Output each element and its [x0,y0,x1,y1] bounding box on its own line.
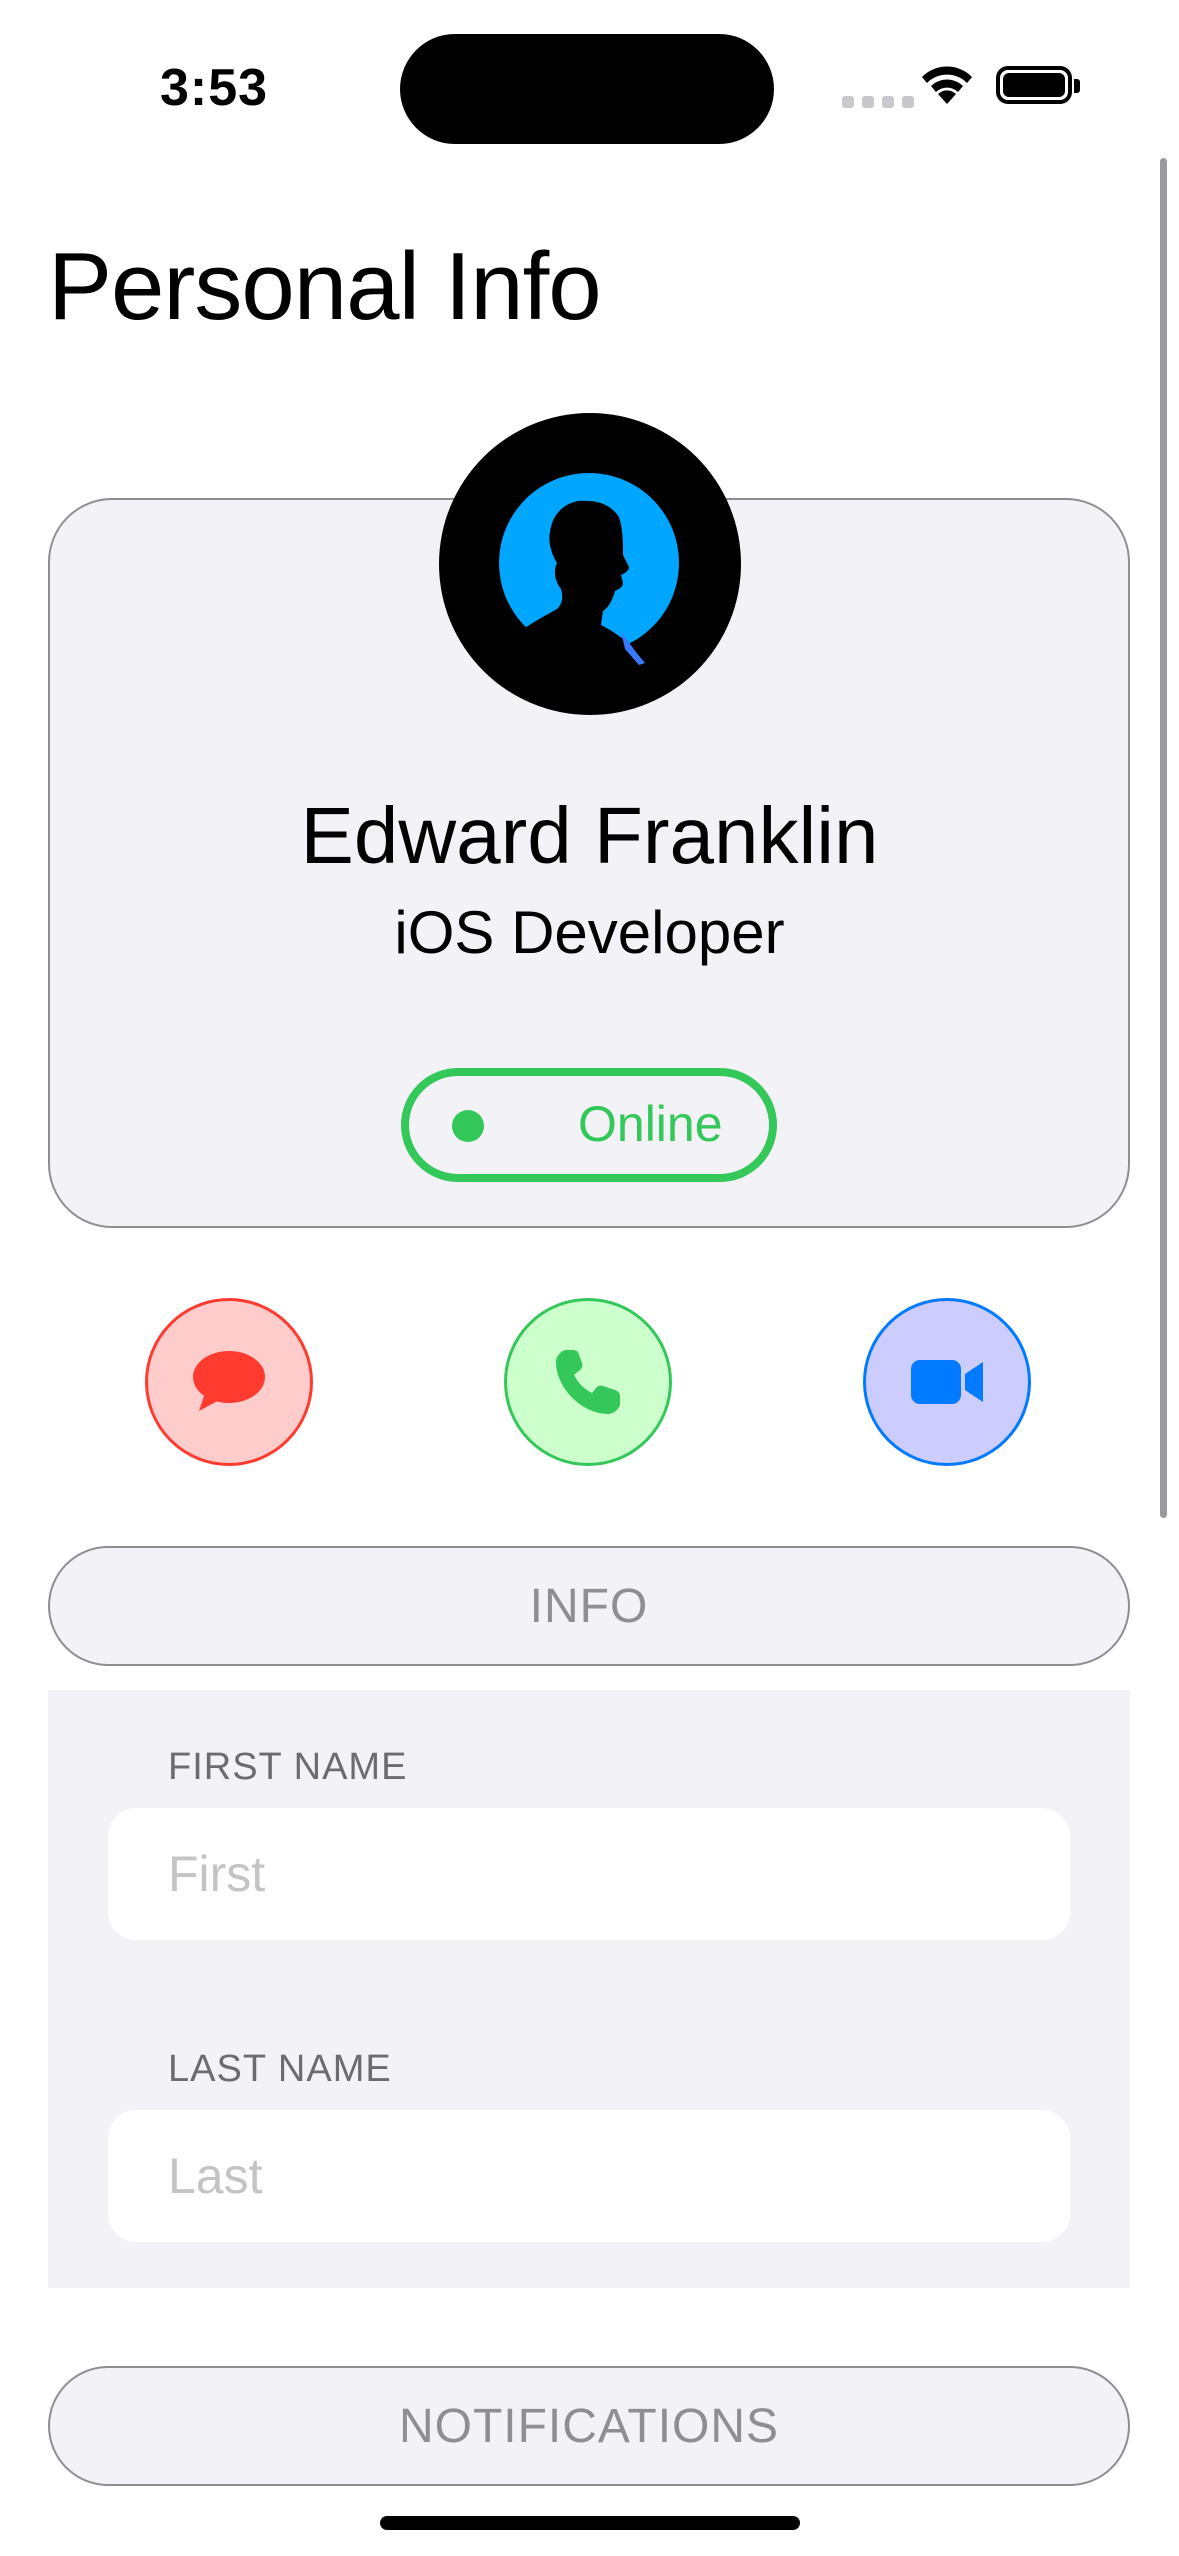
profile-role: iOS Developer [394,899,785,966]
avatar [439,413,741,715]
cellular-signal-icon [842,96,914,108]
call-button[interactable] [504,1298,672,1466]
page-title: Personal Info [48,233,602,340]
video-call-button[interactable] [863,1298,1031,1466]
last-name-field[interactable] [108,2110,1070,2242]
first-name-field[interactable] [108,1808,1070,1940]
profile-name: Edward Franklin [300,791,879,880]
home-indicator[interactable] [380,2516,800,2530]
phone-icon [556,1350,620,1414]
person-silhouette-icon [491,500,677,675]
notifications-section-button[interactable]: NOTIFICATIONS [48,2366,1130,2486]
video-camera-icon [911,1360,983,1404]
message-button[interactable] [145,1298,313,1466]
status-dot-icon [452,1110,484,1142]
message-bubble-icon [193,1351,265,1411]
info-section-button[interactable]: INFO [48,1546,1130,1666]
first-name-label: FIRST NAME [168,1746,408,1788]
status-label: Online [578,1096,723,1152]
dynamic-island [400,34,774,144]
battery-icon [996,66,1080,104]
last-name-label: LAST NAME [168,2048,392,2090]
status-time: 3:53 [160,59,269,117]
wifi-icon [922,66,972,104]
